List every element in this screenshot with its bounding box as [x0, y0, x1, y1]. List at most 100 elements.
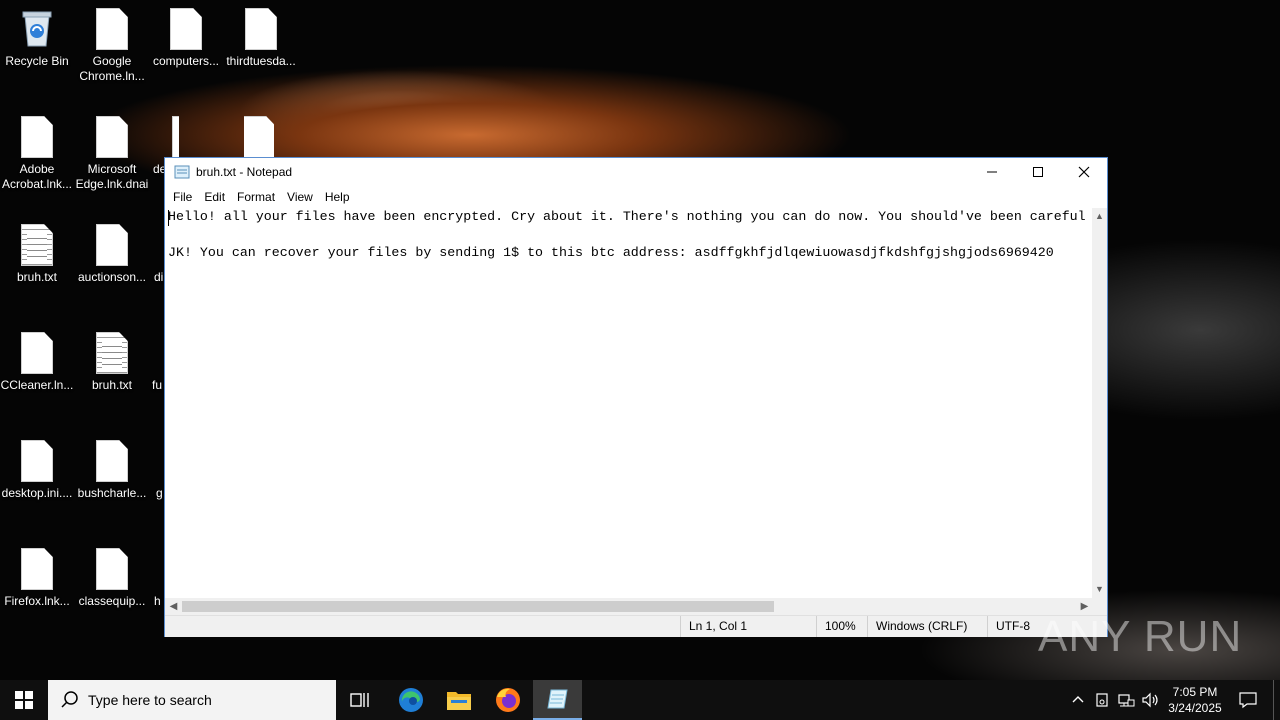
notification-button[interactable] [1234, 680, 1262, 720]
start-button[interactable] [0, 680, 48, 720]
desktop-icon-label: Adobe Acrobat.lnk... [1, 162, 73, 191]
maximize-button[interactable] [1015, 158, 1061, 186]
desktop-icon-partial[interactable]: h [150, 548, 164, 609]
desktop-icon-label: Google Chrome.ln... [79, 54, 145, 83]
minimize-icon [987, 171, 997, 173]
desktop-icon-label: CCleaner.ln... [0, 378, 74, 392]
menu-help[interactable]: Help [319, 190, 356, 204]
desktop-icon-label: fu [152, 378, 163, 392]
windows-logo-icon [15, 691, 33, 709]
folder-icon [447, 692, 471, 710]
desktop-icon-edge-lnk[interactable]: Microsoft Edge.lnk.dnai [75, 116, 149, 192]
file-icon [172, 116, 179, 158]
desktop-icon-chrome-lnk[interactable]: Google Chrome.ln... [75, 8, 149, 84]
file-icon [96, 8, 128, 50]
scroll-up-icon[interactable]: ▲ [1092, 208, 1107, 225]
desktop-icon-auctionson[interactable]: auctionson... [75, 224, 149, 285]
desktop-icon-firefox-lnk[interactable]: Firefox.lnk... [0, 548, 74, 609]
recycle-bin-icon [20, 8, 54, 50]
search-placeholder: Type here to search [88, 692, 212, 708]
close-icon [1078, 166, 1090, 178]
desktop-icon-classequip[interactable]: classequip... [75, 548, 149, 609]
watermark: ANY RUN [1038, 612, 1243, 661]
taskbar-notepad[interactable] [533, 680, 582, 720]
clock-date: 3/24/2025 [1168, 701, 1222, 715]
taskbar-file-explorer[interactable] [436, 680, 482, 720]
menu-view[interactable]: View [281, 190, 319, 204]
notepad-icon [546, 689, 568, 709]
desktop-icon-label: Firefox.lnk... [4, 594, 70, 608]
desktop-icon-label: bruh.txt [16, 270, 58, 284]
volume-icon[interactable] [1140, 690, 1160, 710]
system-tray [1068, 680, 1160, 720]
scroll-left-icon[interactable]: ◀ [165, 598, 182, 615]
horizontal-scrollbar[interactable]: ◀ ▶ [165, 598, 1093, 615]
desktop-icon-desktop-ini[interactable]: desktop.ini.... [0, 440, 74, 501]
status-zoom: 100% [816, 616, 867, 637]
show-desktop-button[interactable] [1273, 680, 1280, 720]
status-position: Ln 1, Col 1 [680, 616, 816, 637]
file-icon [96, 548, 128, 590]
title-bar[interactable]: bruh.txt - Notepad [165, 158, 1107, 186]
text-line: JK! You can recover your files by sendin… [168, 245, 1054, 260]
desktop-icon-label: thirdtuesda... [226, 54, 296, 68]
chevron-up-icon[interactable] [1068, 690, 1088, 710]
scroll-down-icon[interactable]: ▼ [1092, 581, 1107, 598]
file-icon [170, 8, 202, 50]
desktop-icon-computers[interactable]: computers... [149, 8, 223, 69]
clock-time: 7:05 PM [1172, 685, 1218, 699]
device-icon[interactable] [1092, 690, 1112, 710]
notepad-window[interactable]: bruh.txt - Notepad File Edit Format View… [164, 157, 1108, 637]
scroll-thumb[interactable] [182, 601, 774, 612]
task-view-button[interactable] [338, 680, 382, 720]
file-icon [21, 332, 53, 374]
network-icon[interactable] [1116, 690, 1136, 710]
taskbar-search-box[interactable]: Type here to search [48, 680, 336, 720]
search-icon [61, 691, 78, 708]
window-title: bruh.txt - Notepad [196, 165, 293, 179]
menu-format[interactable]: Format [231, 190, 281, 204]
desktop-icon-thirdtuesday[interactable]: thirdtuesda... [224, 8, 298, 69]
desktop-icon-adobe-lnk[interactable]: Adobe Acrobat.lnk... [0, 116, 74, 192]
file-icon [96, 116, 128, 158]
taskbar: Type here to search 7:05 PM 3/24/2025 [0, 680, 1280, 720]
desktop-icon-label: Microsoft Edge.lnk.dnai [75, 162, 149, 191]
desktop-icon-bushcharle[interactable]: bushcharle... [75, 440, 149, 501]
task-view-icon [350, 693, 369, 707]
status-bar: Ln 1, Col 1 100% Windows (CRLF) UTF-8 [165, 615, 1107, 637]
desktop-icon-label: Recycle Bin [5, 54, 69, 68]
taskbar-firefox[interactable] [485, 680, 531, 720]
taskbar-edge[interactable] [388, 680, 434, 720]
text-line: Hello! all your files have been encrypte… [168, 209, 1086, 224]
text-editor[interactable]: Hello! all your files have been encrypte… [165, 208, 1093, 598]
notepad-icon [174, 165, 190, 179]
desktop-icon-bruh-txt[interactable]: bruh.txt [0, 224, 74, 285]
minimize-button[interactable] [969, 158, 1015, 186]
desktop-icon-partial[interactable]: di [150, 224, 164, 285]
menu-edit[interactable]: Edit [198, 190, 231, 204]
close-button[interactable] [1061, 158, 1107, 186]
desktop-icon-partial[interactable]: fu [148, 332, 164, 393]
text-file-icon [21, 224, 53, 266]
desktop-icon-label: bruh.txt [91, 378, 133, 392]
desktop-icon-label: h [154, 594, 161, 608]
file-icon [21, 548, 53, 590]
notification-icon [1239, 692, 1257, 709]
edge-icon [399, 688, 423, 712]
desktop-icon-label: auctionson... [77, 270, 147, 284]
menu-bar: File Edit Format View Help [165, 186, 1107, 208]
desktop-icon-label: computers... [152, 54, 220, 68]
desktop-icon-label: classequip... [78, 594, 146, 608]
desktop-icon-partial[interactable] [244, 116, 274, 162]
file-icon [96, 440, 128, 482]
desktop-icon-label: g [156, 486, 163, 500]
desktop-icon-partial[interactable]: g [152, 440, 164, 501]
desktop-icon-recycle-bin[interactable]: Recycle Bin [0, 8, 74, 69]
file-icon [244, 116, 274, 158]
menu-file[interactable]: File [167, 190, 198, 204]
taskbar-clock[interactable]: 7:05 PM 3/24/2025 [1160, 684, 1230, 716]
file-icon [21, 116, 53, 158]
vertical-scrollbar[interactable]: ▲ ▼ [1092, 208, 1107, 598]
desktop-icon-ccleaner-lnk[interactable]: CCleaner.ln... [0, 332, 74, 393]
desktop-icon-bruh-txt-2[interactable]: bruh.txt [75, 332, 149, 393]
